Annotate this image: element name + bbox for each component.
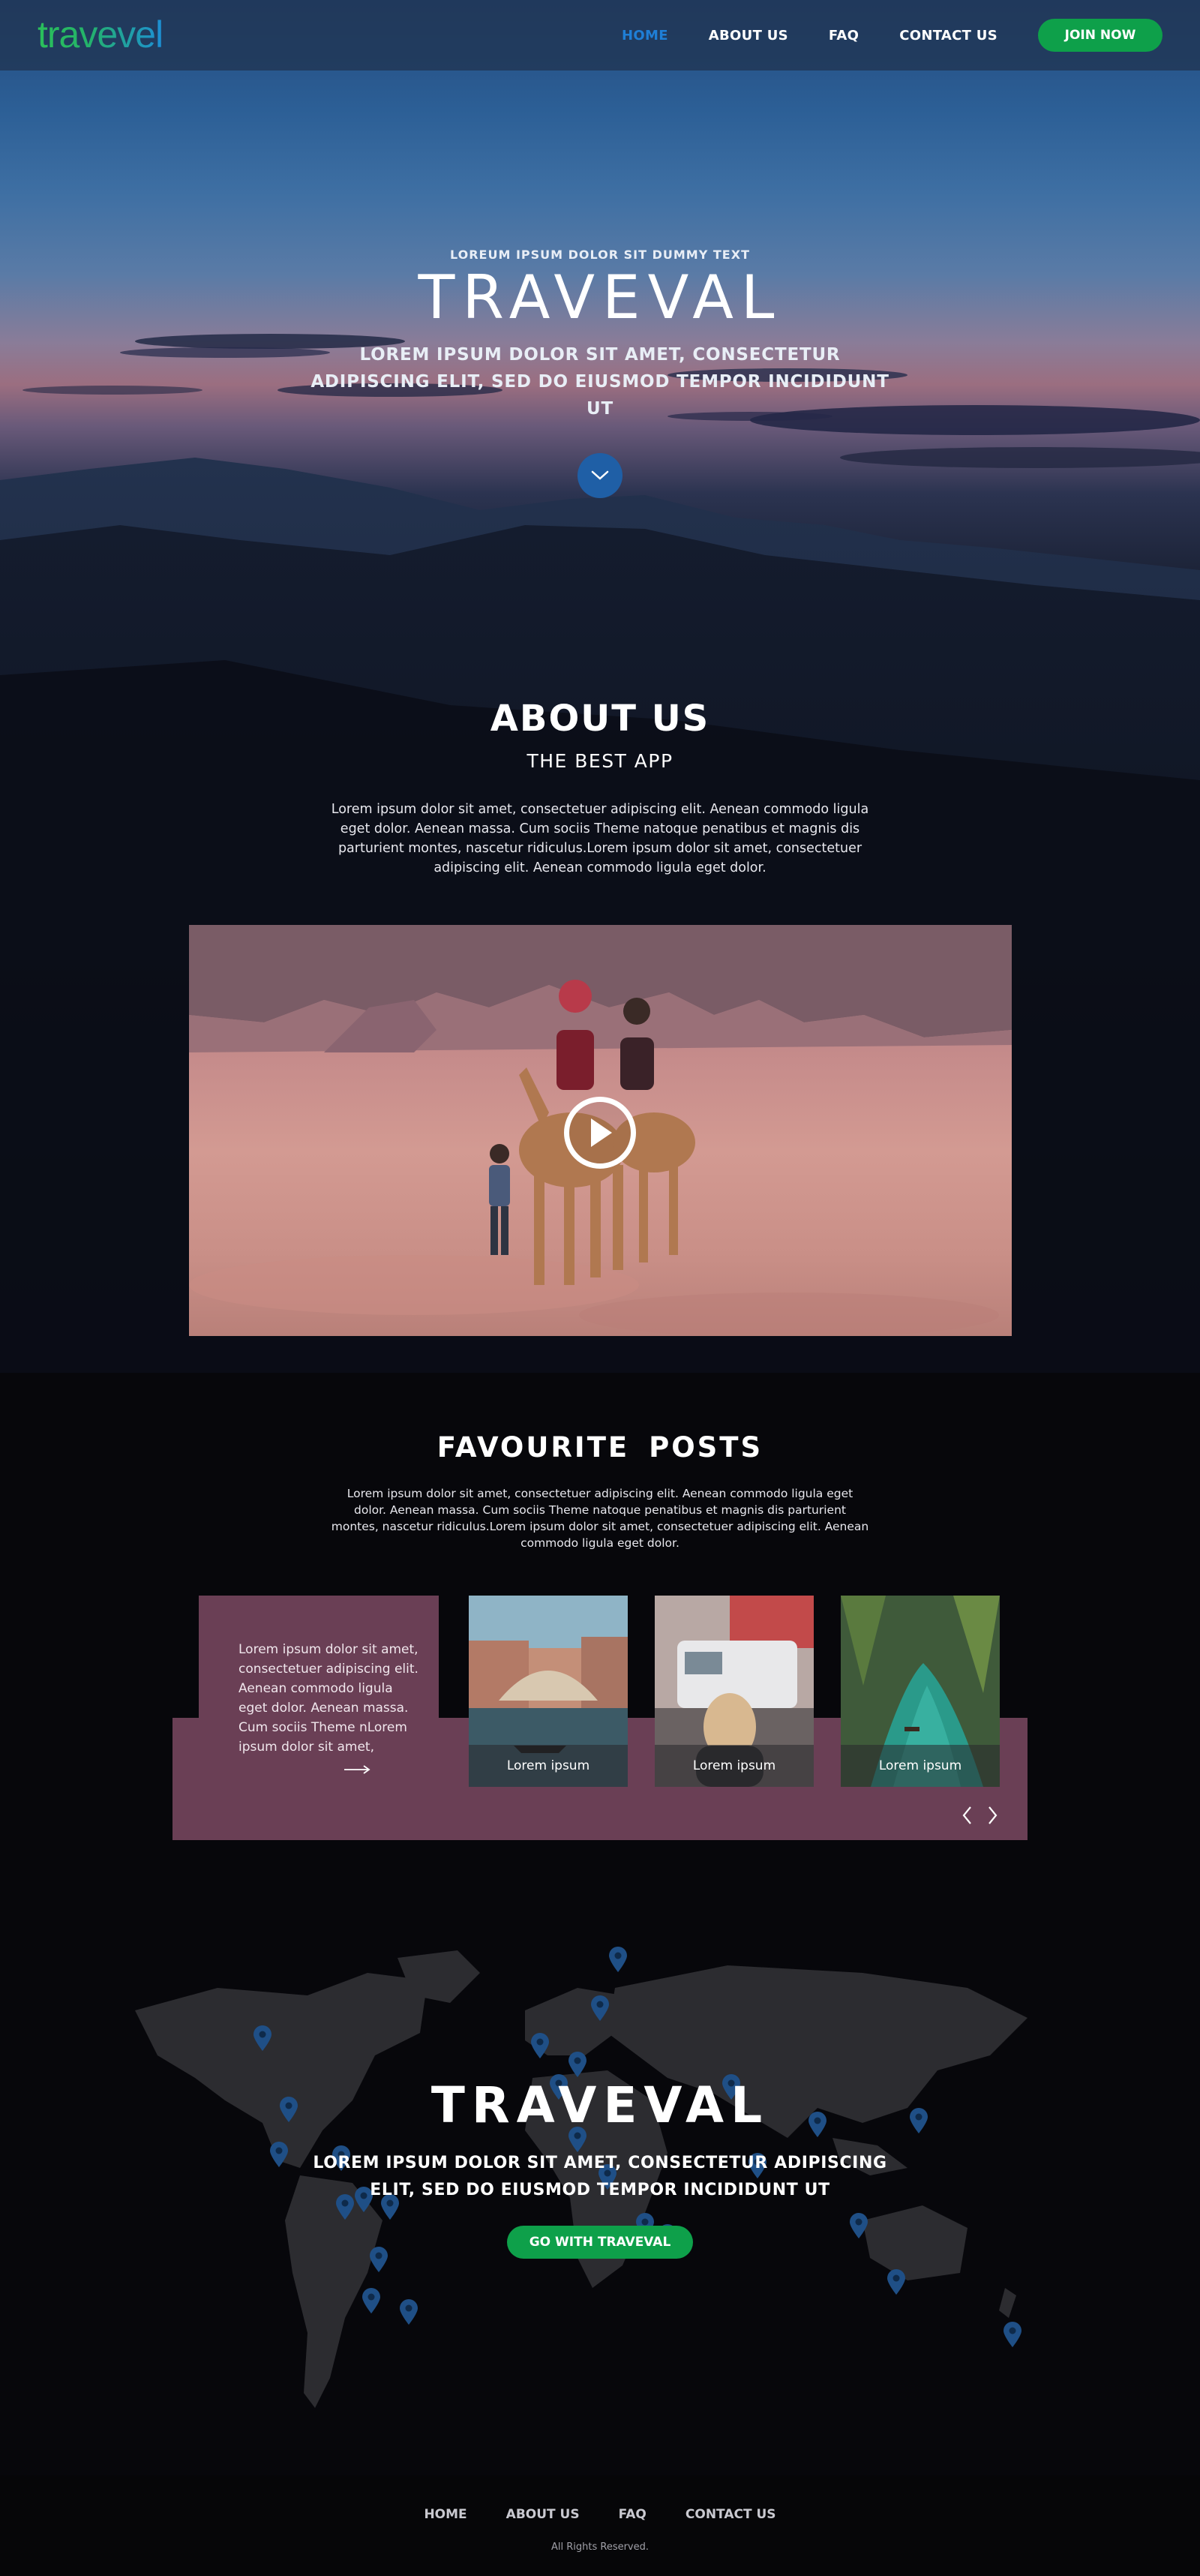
map-pin-icon xyxy=(850,2213,868,2238)
footer-links: HOME ABOUT US FAQ CONTACT US xyxy=(0,2507,1200,2522)
hero-title: TRAVEVAL xyxy=(418,263,782,332)
top-navigation: travevel HOME ABOUT US FAQ CONTACT US JO… xyxy=(0,0,1200,71)
cta-title: TRAVEVAL xyxy=(430,2076,770,2134)
map-pin-icon xyxy=(1004,2322,1022,2347)
post-caption: Lorem ipsum xyxy=(655,1745,814,1787)
map-pin-icon xyxy=(531,2033,549,2058)
cta-subtitle: LOREM IPSUM DOLOR SIT AMET, CONSECTETUR … xyxy=(313,2154,887,2199)
map-pin-icon xyxy=(362,2288,380,2313)
post-caption: Lorem ipsum xyxy=(841,1745,1000,1787)
map-pin-icon xyxy=(591,1995,609,2021)
footer-link-faq[interactable]: FAQ xyxy=(619,2507,646,2522)
map-pin-icon xyxy=(887,2269,905,2295)
go-with-traveval-button[interactable]: GO WITH TRAVEVAL xyxy=(507,2226,693,2259)
arrow-right-icon[interactable] xyxy=(344,1764,370,1775)
nav-links: HOME ABOUT US FAQ CONTACT US JOIN NOW xyxy=(622,0,1200,71)
post-card[interactable]: Lorem ipsum xyxy=(841,1596,1000,1787)
nav-item-home[interactable]: HOME xyxy=(622,28,668,44)
posts-title: FAVOURITE POSTS xyxy=(436,1431,764,1464)
map-pin-icon xyxy=(400,2299,418,2325)
hero-kicker: LOREUM IPSUM DOLOR SIT DUMMY TEXT xyxy=(450,248,750,262)
post-caption: Lorem ipsum xyxy=(469,1745,628,1787)
nav-item-faq[interactable]: FAQ xyxy=(829,28,859,44)
join-now-button[interactable]: JOIN NOW xyxy=(1038,19,1162,52)
footer-link-home[interactable]: HOME xyxy=(424,2507,466,2522)
scroll-down-button[interactable] xyxy=(578,453,622,498)
play-button[interactable] xyxy=(564,1097,636,1169)
chevron-down-icon xyxy=(591,470,609,480)
map-pin-icon xyxy=(370,2247,388,2272)
footer-link-about-us[interactable]: ABOUT US xyxy=(506,2507,580,2522)
brand-logo[interactable]: travevel xyxy=(38,11,164,59)
hero-subtitle: LOREM IPSUM DOLOR SIT AMET, CONSECTETUR … xyxy=(310,345,890,419)
footer-link-contact-us[interactable]: CONTACT US xyxy=(686,2507,776,2522)
post-card[interactable]: Lorem ipsum xyxy=(655,1596,814,1787)
posts-text: Lorem ipsum dolor sit amet, consectetuer… xyxy=(331,1487,869,1550)
play-icon xyxy=(591,1118,612,1147)
map-pin-icon xyxy=(254,2025,272,2051)
post-card[interactable]: Lorem ipsum xyxy=(469,1596,628,1787)
nav-item-contact-us[interactable]: CONTACT US xyxy=(899,28,998,44)
about-title: ABOUT US xyxy=(490,698,710,740)
about-text: Lorem ipsum dolor sit amet, consectetuer… xyxy=(331,802,869,875)
nav-item-about-us[interactable]: ABOUT US xyxy=(709,28,788,44)
chevron-right-icon[interactable] xyxy=(985,1805,1000,1826)
map-pin-icon xyxy=(270,2142,288,2167)
about-subtitle: THE BEST APP xyxy=(526,750,674,772)
footer xyxy=(0,2475,1200,2576)
copyright: All Rights Reserved. xyxy=(550,2541,650,2553)
chevron-left-icon[interactable] xyxy=(960,1805,975,1826)
map-pin-icon xyxy=(609,1947,627,1972)
posts-card-text: Lorem ipsum dolor sit amet, consectetuer… xyxy=(238,1642,418,1755)
map-pin-icon xyxy=(568,2052,586,2077)
